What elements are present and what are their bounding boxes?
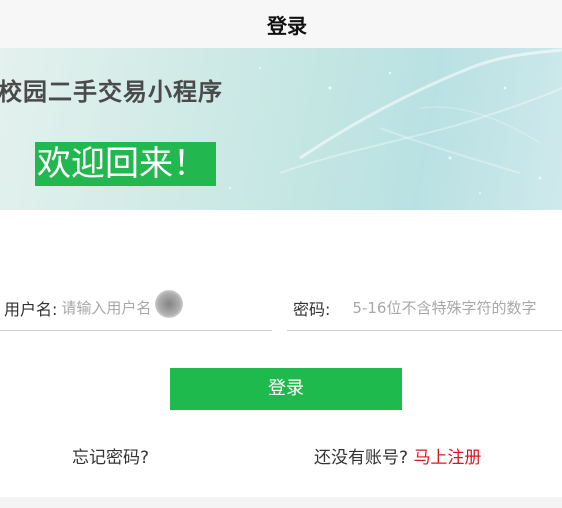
password-label: 密码: <box>293 300 331 319</box>
username-field: 用户名: <box>0 286 272 331</box>
password-field: 密码: <box>287 286 562 331</box>
login-button[interactable]: 登录 <box>170 368 402 410</box>
register-link[interactable]: 马上注册 <box>413 448 481 468</box>
login-page: 登录 校园二手交易小程序 欢迎回来！ 用户名: 密码: 登录 忘记密码? 还没 <box>0 0 562 508</box>
forgot-password-link[interactable]: 忘记密码? <box>72 443 149 468</box>
page-title: 登录 <box>267 13 307 38</box>
username-label: 用户名: <box>4 300 58 319</box>
register-prompt: 还没有账号? 马上注册 <box>314 443 481 468</box>
navigation-bar: 登录 <box>0 0 562 48</box>
app-name-heading: 校园二手交易小程序 <box>0 78 223 106</box>
header-banner: 校园二手交易小程序 欢迎回来！ <box>0 48 562 210</box>
no-account-text: 还没有账号? <box>314 448 409 468</box>
touch-indicator <box>155 290 183 318</box>
password-input[interactable] <box>352 293 562 323</box>
welcome-back-label: 欢迎回来！ <box>35 142 216 186</box>
bottom-divider <box>0 497 562 508</box>
